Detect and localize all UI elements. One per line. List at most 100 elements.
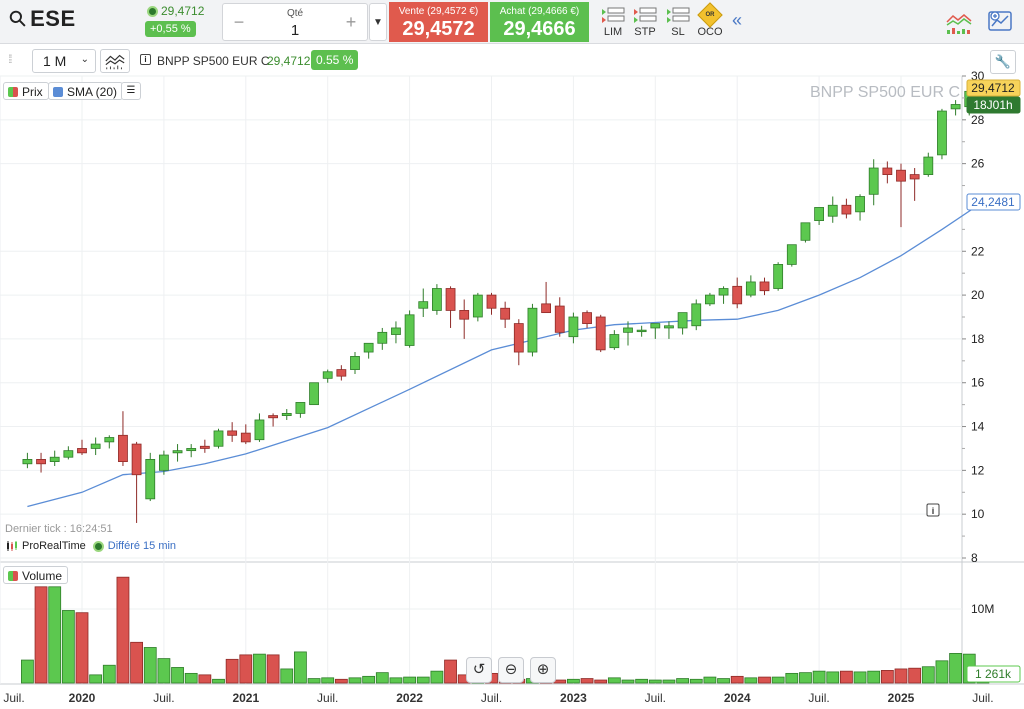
candle bbox=[445, 286, 456, 328]
candle bbox=[786, 244, 797, 267]
candle bbox=[459, 299, 470, 339]
time-tick-label: Juil. bbox=[645, 691, 666, 705]
time-axis: Juil. 2020 Juil. 2021 Juil. 2022 Juil. 2023 Juil… bbox=[3, 691, 993, 705]
candle bbox=[404, 310, 415, 348]
volume-bar bbox=[621, 679, 635, 684]
reset-zoom-button[interactable]: ↺ bbox=[466, 657, 492, 683]
legend-sma-label: SMA (20) bbox=[67, 84, 118, 99]
candle-body bbox=[240, 432, 251, 443]
volume-bar bbox=[89, 674, 103, 684]
last-price-tag: 29,4712 bbox=[966, 79, 1021, 97]
candle-countdown-tag-text: 18J01h bbox=[973, 98, 1012, 112]
candle-body bbox=[582, 312, 592, 324]
candle bbox=[868, 159, 879, 206]
candle-body bbox=[404, 314, 415, 346]
volume-bar bbox=[908, 667, 922, 684]
zoom-in-button[interactable]: ⊕ bbox=[530, 657, 556, 683]
candle-body bbox=[36, 459, 46, 465]
volume-bar bbox=[785, 672, 799, 684]
time-tick-label: 2022 bbox=[396, 691, 423, 705]
source-name: ProRealTime bbox=[22, 540, 86, 552]
zoom-in-icon: ⊕ bbox=[536, 661, 550, 678]
volume-bar bbox=[594, 679, 608, 684]
legend-list-icon[interactable]: ☰ bbox=[121, 82, 141, 100]
volume-bar bbox=[935, 660, 949, 684]
volume-bar bbox=[758, 676, 771, 684]
candle-body bbox=[595, 316, 606, 351]
volume-bar bbox=[34, 586, 48, 684]
volume-bar bbox=[375, 672, 389, 684]
delay-text[interactable]: Différé 15 min bbox=[108, 540, 176, 552]
candle-body bbox=[77, 448, 87, 454]
legend-volume[interactable]: Volume bbox=[3, 566, 69, 584]
volume-bar bbox=[171, 667, 184, 684]
volume-bar bbox=[607, 677, 621, 684]
candle bbox=[22, 452, 33, 469]
candle-body bbox=[295, 402, 306, 414]
candle-body bbox=[145, 459, 156, 500]
candle bbox=[49, 450, 60, 466]
candle-body bbox=[527, 307, 538, 353]
candle-body bbox=[896, 169, 906, 182]
candle-body bbox=[868, 167, 879, 195]
legend-price[interactable]: Prix bbox=[3, 82, 49, 100]
volume-bar bbox=[184, 672, 198, 684]
candle bbox=[718, 286, 729, 304]
candle bbox=[418, 288, 429, 317]
candle-body bbox=[418, 301, 429, 309]
volume-bar bbox=[812, 670, 826, 684]
volume-bar bbox=[321, 677, 335, 684]
candle bbox=[431, 284, 442, 315]
candle-body bbox=[459, 310, 470, 320]
volume-bar bbox=[225, 658, 239, 684]
candle-body bbox=[841, 204, 852, 215]
candle-countdown-tag: 18J01h bbox=[966, 96, 1021, 114]
instrument-watermark: BNPP SP500 EUR C bbox=[810, 84, 960, 101]
candle-body bbox=[500, 307, 511, 320]
candle bbox=[145, 452, 156, 502]
candle bbox=[118, 411, 128, 466]
price-chart[interactable]: 30282622201816141210810M29,471218J01h24,… bbox=[0, 0, 1024, 709]
zoom-out-button[interactable]: ⊖ bbox=[498, 657, 524, 683]
volume-bar bbox=[703, 676, 717, 684]
volume-bar bbox=[48, 586, 62, 684]
volume-bar bbox=[403, 676, 417, 684]
time-tick-label: Juil. bbox=[808, 691, 829, 705]
candle bbox=[322, 369, 333, 383]
candle bbox=[855, 194, 865, 221]
candle-body bbox=[472, 294, 483, 318]
volume-bar bbox=[416, 676, 430, 684]
candle bbox=[705, 292, 715, 307]
candle bbox=[391, 321, 401, 344]
candle-body bbox=[800, 222, 811, 241]
candle bbox=[36, 452, 46, 473]
sma-swatch-icon bbox=[53, 86, 63, 97]
volume-bar bbox=[198, 674, 212, 684]
time-tick-label: 2023 bbox=[560, 691, 587, 705]
volume-bar bbox=[717, 678, 730, 684]
candle bbox=[240, 424, 251, 445]
volume-bar bbox=[130, 641, 144, 684]
volume-bar bbox=[61, 610, 75, 684]
candle-body bbox=[909, 174, 920, 180]
candle-body bbox=[745, 281, 756, 296]
candle-body bbox=[431, 288, 442, 311]
candle-body bbox=[118, 434, 128, 462]
candle-body bbox=[513, 323, 524, 353]
volume-bar bbox=[143, 647, 157, 684]
candle-body bbox=[363, 342, 374, 353]
volume-bar bbox=[949, 653, 962, 684]
legend-sma[interactable]: SMA (20) bbox=[48, 82, 124, 100]
last-price-tag-text: 29,4712 bbox=[971, 81, 1015, 95]
candle bbox=[513, 319, 524, 366]
candle bbox=[131, 441, 142, 523]
candle bbox=[609, 330, 620, 350]
volume-bar bbox=[676, 678, 689, 684]
time-tick-label: Juil. bbox=[481, 691, 502, 705]
legend-price-label: Prix bbox=[22, 84, 43, 99]
time-tick-label: Juil. bbox=[317, 691, 338, 705]
legend-volume-label: Volume bbox=[22, 568, 63, 583]
candle-body bbox=[677, 312, 688, 329]
price-tick-label: 26 bbox=[971, 157, 985, 171]
volume-bar bbox=[212, 678, 225, 684]
